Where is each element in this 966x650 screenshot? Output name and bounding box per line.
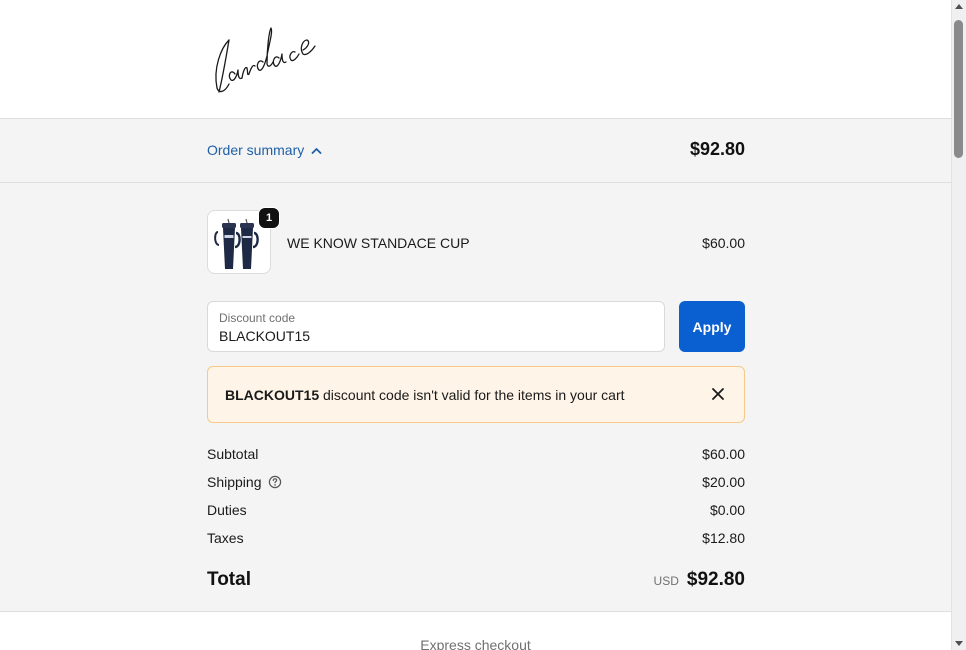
discount-code-label: Discount code <box>219 311 296 325</box>
subtotal-label: Subtotal <box>207 446 259 462</box>
vertical-scrollbar[interactable] <box>951 0 966 650</box>
product-name: WE KNOW STANDACE CUP <box>287 235 470 251</box>
order-summary-toggle[interactable]: Order summary <box>207 142 322 158</box>
shipping-label: Shipping <box>207 474 262 490</box>
taxes-row: Taxes $12.80 <box>207 530 745 550</box>
shipping-value: $20.00 <box>702 474 745 490</box>
total-row: Total USD $92.80 <box>207 569 745 595</box>
product-thumbnail: 1 <box>207 207 280 274</box>
shipping-label-group: Shipping <box>207 474 282 490</box>
header <box>0 0 951 119</box>
scroll-up-arrow-icon[interactable] <box>955 4 963 9</box>
brand-logo[interactable] <box>207 18 317 100</box>
taxes-label: Taxes <box>207 530 244 546</box>
chevron-up-icon <box>311 147 322 154</box>
subtotal-value: $60.00 <box>702 446 745 462</box>
discount-form: Discount code Apply <box>207 301 745 352</box>
currency-code: USD <box>653 574 679 588</box>
scroll-down-arrow-icon[interactable] <box>955 641 963 646</box>
order-summary-bar: Order summary $92.80 <box>0 119 951 183</box>
close-icon[interactable] <box>710 386 726 402</box>
product-price: $60.00 <box>702 235 745 251</box>
taxes-value: $12.80 <box>702 530 745 546</box>
discount-code-input[interactable] <box>219 328 639 344</box>
total-amount: $92.80 <box>686 569 745 590</box>
express-checkout-section: Express checkout <box>0 612 951 650</box>
alert-message: BLACKOUT15 discount code isn't valid for… <box>225 387 625 403</box>
line-item: 1 WE KNOW STANDACE CUP $60.00 <box>207 207 745 276</box>
express-checkout-label: Express checkout <box>420 637 531 650</box>
duties-label: Duties <box>207 502 247 518</box>
summary-total: $92.80 <box>689 139 745 159</box>
order-summary-label: Order summary <box>207 142 305 158</box>
discount-error-alert: BLACKOUT15 discount code isn't valid for… <box>207 366 745 423</box>
total-label: Total <box>207 569 251 590</box>
duties-value: $0.00 <box>709 502 745 518</box>
quantity-badge: 1 <box>258 207 280 229</box>
shipping-row: Shipping $20.00 <box>207 474 745 494</box>
help-icon[interactable] <box>268 475 282 489</box>
duties-row: Duties $0.00 <box>207 502 745 522</box>
alert-text: discount code isn't valid for the items … <box>319 387 625 403</box>
scrollbar-thumb[interactable] <box>954 20 963 158</box>
apply-button[interactable]: Apply <box>679 301 745 352</box>
order-summary-panel: 1 WE KNOW STANDACE CUP $60.00 Discount c… <box>0 183 951 612</box>
subtotal-row: Subtotal $60.00 <box>207 446 745 466</box>
total-amount-group: USD $92.80 <box>654 569 745 591</box>
discount-code-field[interactable]: Discount code <box>207 301 665 352</box>
checkout-page: Order summary $92.80 1 WE KNOW STANDACE … <box>0 0 951 650</box>
alert-code: BLACKOUT15 <box>225 387 320 403</box>
